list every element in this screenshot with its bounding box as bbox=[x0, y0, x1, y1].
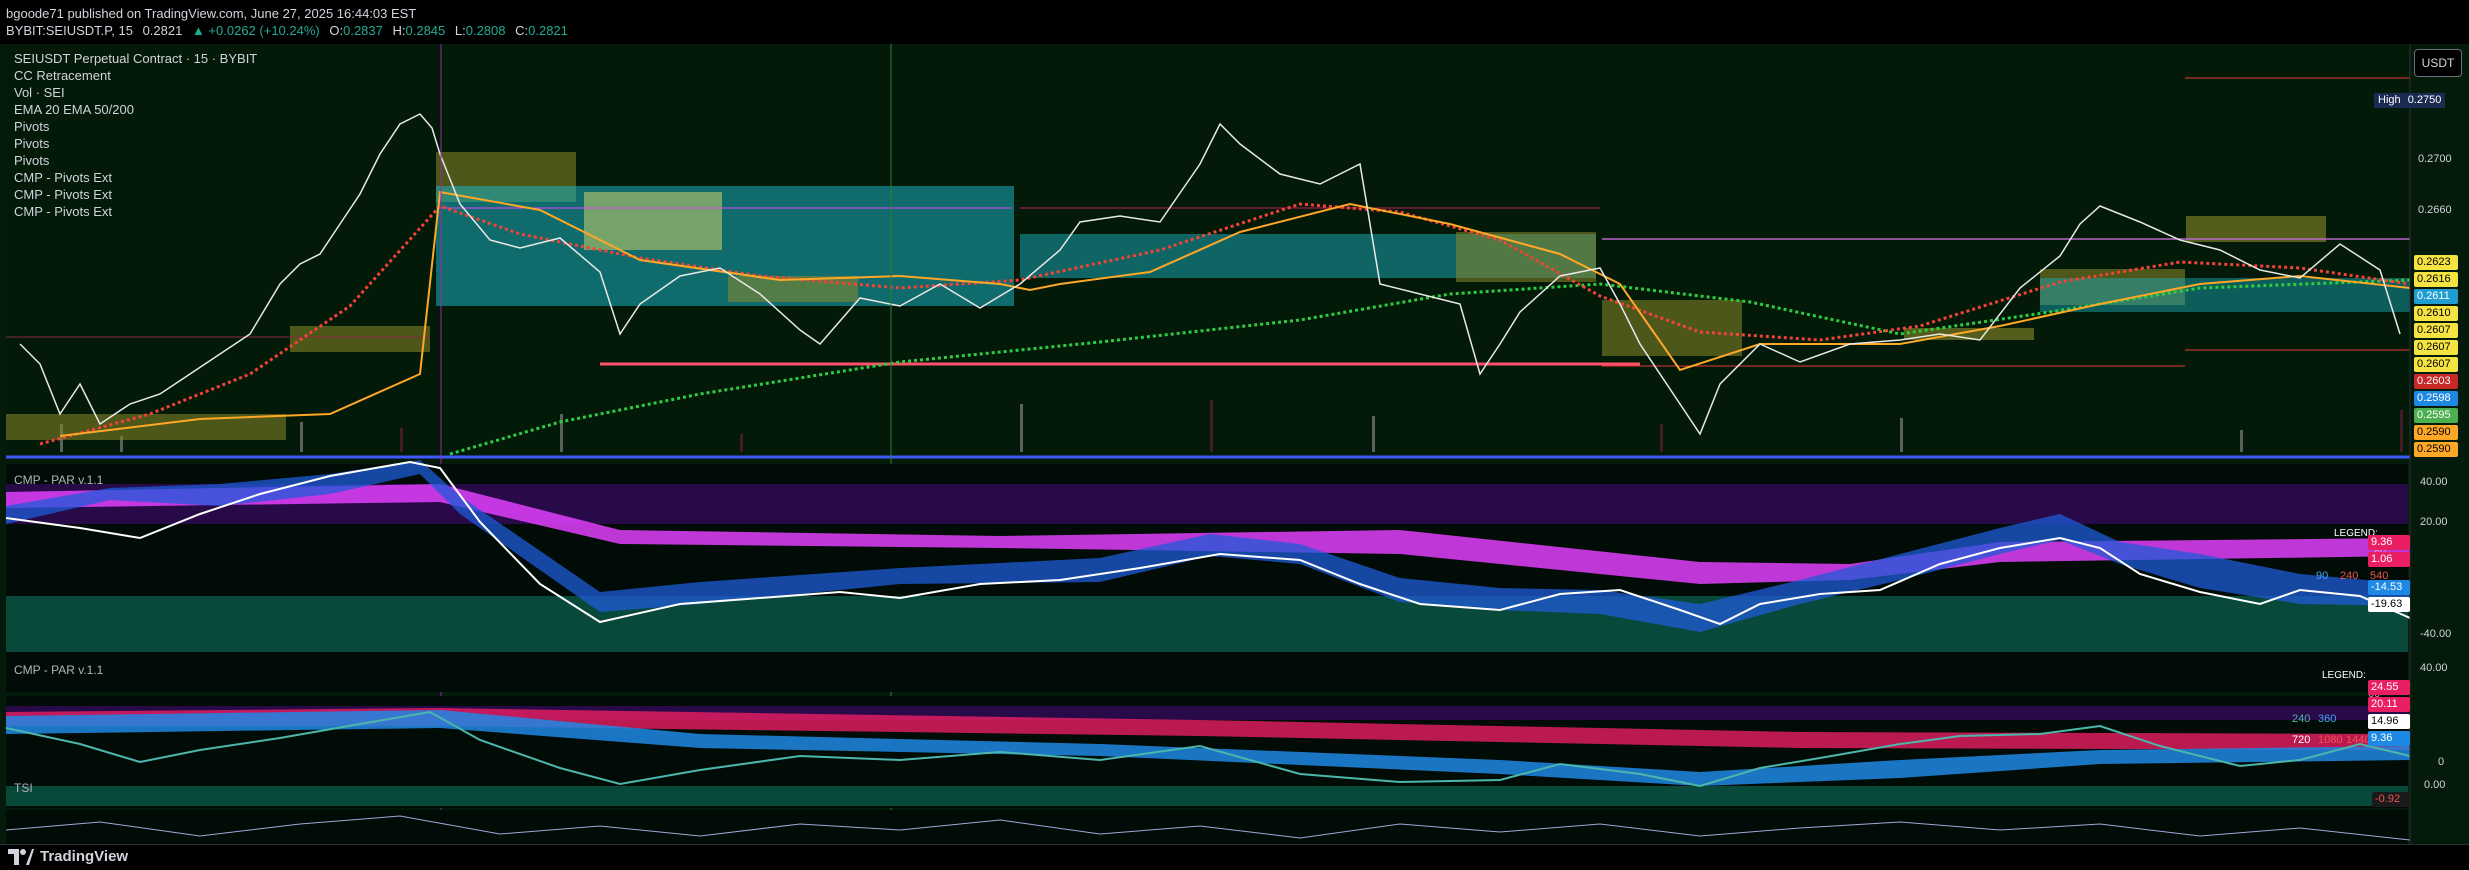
pane3-bottom-band bbox=[6, 786, 2408, 806]
price-tag: 0.2595 bbox=[2414, 408, 2458, 423]
price-tag: 0.2607 bbox=[2414, 357, 2458, 372]
currency-button[interactable]: USDT bbox=[2414, 49, 2462, 77]
price-tag: 0.2616 bbox=[2414, 272, 2458, 287]
pane3-title[interactable]: CMP - PAR v.1.1 bbox=[14, 663, 103, 677]
footer-bar: TradingView bbox=[0, 844, 2469, 870]
pane3-value-tag: 24.55 bbox=[2368, 680, 2410, 695]
chart-canvas[interactable] bbox=[0, 44, 2469, 844]
pane2-legend-value: 90 bbox=[2316, 570, 2329, 582]
legend-item[interactable]: Pivots bbox=[14, 135, 257, 152]
pane3-legend-value: 1080 bbox=[2318, 734, 2343, 746]
pane2-value-tag: 9.36 bbox=[2368, 535, 2410, 550]
pane2-value-tag: -19.63 bbox=[2368, 597, 2410, 612]
brand-name: TradingView bbox=[40, 848, 129, 865]
legend-item[interactable]: CMP - Pivots Ext bbox=[14, 203, 257, 220]
price-tag: 0.2607 bbox=[2414, 340, 2458, 355]
price-tag: 0.2590 bbox=[2414, 442, 2458, 457]
last-price: 0.2821 bbox=[142, 23, 183, 38]
price-axis-label: 0.2700 bbox=[2418, 153, 2452, 165]
legend-item[interactable]: EMA 20 EMA 50/200 bbox=[14, 101, 257, 118]
legend-item[interactable]: Pivots bbox=[14, 152, 257, 169]
price-tag: 0.2603 bbox=[2414, 374, 2458, 389]
low-value: 0.2808 bbox=[465, 23, 506, 38]
symbol-ohlc-line: BYBIT:SEIUSDT.P, 15 0.2821 ▲ +0.0262 (+1… bbox=[6, 23, 568, 38]
pane3-value-tag: 9.36 bbox=[2368, 731, 2410, 746]
price-tag: 0.2590 bbox=[2414, 425, 2458, 440]
close-value: 0.2821 bbox=[528, 23, 568, 38]
pane3-legend-value: 1440 bbox=[2346, 734, 2371, 746]
pane2-value-tag: 1.06 bbox=[2368, 552, 2410, 567]
price-tag: 0.2598 bbox=[2414, 391, 2458, 406]
pane2-axis-label: 20.00 bbox=[2420, 516, 2448, 528]
open-value: 0.2837 bbox=[343, 23, 383, 38]
pane3-legend-value: 240 bbox=[2292, 713, 2311, 725]
pane3-legend-value: 360 bbox=[2318, 713, 2337, 725]
pane4-axis-label: 0.00 bbox=[2424, 779, 2446, 791]
pane2-legend-value: 240 bbox=[2340, 570, 2359, 582]
pane3-value-tag: 14.96 bbox=[2368, 714, 2410, 729]
legend-item[interactable]: CMP - Pivots Ext bbox=[14, 169, 257, 186]
pane3-value-tag: 20.11 bbox=[2368, 697, 2410, 712]
legend-symbol-title[interactable]: SEIUSDT Perpetual Contract · 15 · BYBIT bbox=[14, 50, 257, 67]
symbol-name[interactable]: BYBIT:SEIUSDT.P, 15 bbox=[6, 23, 133, 38]
price-axis-label: 0.2660 bbox=[2418, 204, 2452, 216]
legend-item[interactable]: CMP - Pivots Ext bbox=[14, 186, 257, 203]
pane2-value-tag: -14.53 bbox=[2368, 580, 2410, 595]
price-tag: 0.2611 bbox=[2414, 289, 2458, 304]
high-value: 0.2845 bbox=[405, 23, 446, 38]
publish-info: bgoode71 published on TradingView.com, J… bbox=[6, 6, 417, 21]
legend-item[interactable]: Pivots bbox=[14, 118, 257, 135]
pane3-axis-label: 0 bbox=[2438, 756, 2445, 768]
chart-area[interactable]: SEIUSDT Perpetual Contract · 15 · BYBIT … bbox=[0, 44, 2469, 870]
pane2-axis-label: -40.00 bbox=[2420, 628, 2452, 640]
tradingview-logo-icon bbox=[8, 848, 34, 865]
pane4-value-tag: -0.92 bbox=[2372, 792, 2410, 807]
high-price-tag: High 0.2750 bbox=[2374, 93, 2446, 108]
price-tag: 0.2607 bbox=[2414, 323, 2458, 338]
pane3-legend-title: LEGEND: bbox=[2322, 670, 2366, 681]
legend-item[interactable]: CC Retracement bbox=[14, 67, 257, 84]
pane2-axis-label: 40.00 bbox=[2420, 476, 2448, 488]
price-change: ▲ +0.0262 (+10.24%) bbox=[191, 23, 320, 38]
pane2-bottom-band bbox=[6, 596, 2408, 652]
pane2-title[interactable]: CMP - PAR v.1.1 bbox=[14, 473, 103, 487]
chart-legend: SEIUSDT Perpetual Contract · 15 · BYBIT … bbox=[14, 50, 257, 220]
legend-item[interactable]: Vol · SEI bbox=[14, 84, 257, 101]
tradingview-logo[interactable]: TradingView bbox=[8, 848, 128, 865]
pane3-legend-value: 720 bbox=[2292, 734, 2311, 746]
pane3-axis-label: 40.00 bbox=[2420, 662, 2448, 674]
price-tag: 0.2623 bbox=[2414, 255, 2458, 270]
price-tag: 0.2610 bbox=[2414, 306, 2458, 321]
pane4-title[interactable]: TSI bbox=[14, 781, 33, 795]
publish-header: bgoode71 published on TradingView.com, J… bbox=[0, 0, 2469, 44]
